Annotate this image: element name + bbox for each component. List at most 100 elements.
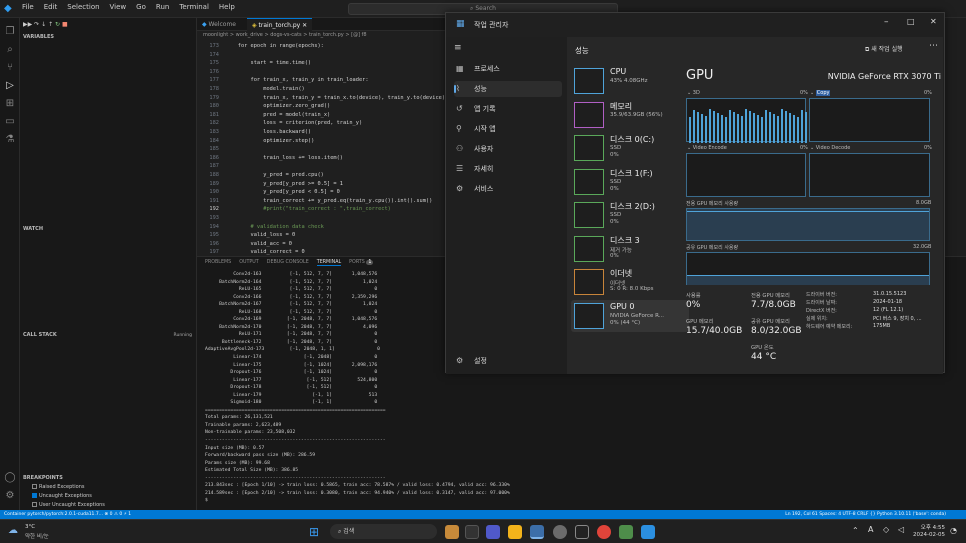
dedicated-line [687, 211, 929, 212]
weather-temp[interactable]: 3°C [25, 524, 35, 530]
watch-header[interactable]: WATCH [23, 226, 43, 232]
graph-copy-label[interactable]: ⌄ Copy [810, 90, 831, 96]
nav-users[interactable]: ⚇ 사용자 [454, 141, 562, 157]
device-list: CPU 43% 4.08GHz 메모리 35.9/63.9GB (56%) 디스크 0(… [567, 65, 692, 365]
nav-settings[interactable]: ⚙ 설정 [454, 353, 562, 369]
nav-details[interactable]: ☰ 자세히 [454, 161, 562, 177]
status-left[interactable]: Container pytorch/pytorch:2.0.1-cuda11.7… [4, 510, 131, 519]
menu-selection[interactable]: Selection [67, 3, 99, 11]
extensions-icon[interactable]: ⊞ [4, 98, 16, 110]
checkbox[interactable] [32, 502, 37, 507]
network-icon[interactable]: ◇ [883, 525, 889, 534]
terminal-icon[interactable] [575, 525, 589, 539]
tab-welcome[interactable]: ◆ Welcome [197, 18, 241, 31]
tray-overflow-icon[interactable]: ⌃ [852, 526, 859, 535]
weather-icon[interactable]: ☁ [8, 525, 18, 536]
maximize-icon[interactable]: □ [907, 17, 915, 26]
device-item[interactable]: GPU 0 NVIDIA GeForce R... 0% (44 °C) [571, 299, 689, 332]
tab-output[interactable]: OUTPUT [239, 260, 259, 266]
settings-icon[interactable] [553, 525, 567, 539]
menu-edit[interactable]: Edit [44, 3, 58, 11]
file-explorer-icon[interactable] [508, 525, 522, 539]
ime-indicator[interactable]: A [868, 525, 873, 534]
menu-run[interactable]: Run [156, 3, 169, 11]
notification-icon[interactable]: ◔ [950, 526, 957, 535]
graph-decode-label[interactable]: ⌄ Video Decode [810, 145, 850, 151]
gear-icon[interactable]: ⚙ [4, 490, 16, 502]
breakpoints-header[interactable]: BREAKPOINTS [23, 475, 63, 481]
explorer-icon[interactable]: ❐ [4, 26, 16, 38]
volume-icon[interactable]: ◁ [898, 525, 904, 534]
nav-performance[interactable]: ⌇ 성능 [454, 81, 562, 97]
graph-spike [729, 110, 731, 143]
restart-icon[interactable]: ↻ [55, 21, 60, 28]
photos-icon[interactable] [530, 525, 544, 539]
start-icon[interactable]: ⊞ [309, 525, 323, 539]
graph-encode-label[interactable]: ⌄ Video Encode [687, 145, 727, 151]
menu-go[interactable]: Go [136, 3, 146, 11]
info-value: 2024-01-18 [873, 299, 903, 305]
close-icon[interactable]: ✕ [930, 17, 937, 26]
device-item[interactable]: CPU 43% 4.08GHz [571, 65, 689, 97]
search-icon[interactable]: ⌕ [4, 44, 16, 56]
variables-header[interactable]: VARIABLES [23, 34, 54, 40]
device-item[interactable]: 디스크 0(C:) SSD 0% [571, 132, 689, 164]
weather-desc[interactable]: 약한 비/눈 [25, 532, 49, 540]
run-debug-icon[interactable]: ▷ [4, 80, 16, 92]
step-over-icon[interactable]: ↷ [34, 21, 39, 28]
task-manager-taskbar-icon[interactable] [619, 525, 633, 539]
status-right[interactable]: Ln 192, Col 61 Spaces: 4 UTF-8 CRLF {} P… [785, 510, 946, 519]
more-options-icon[interactable]: ⋯ [929, 41, 938, 51]
testing-icon[interactable]: ⚗ [4, 134, 16, 146]
vscode-taskbar-icon[interactable] [641, 525, 655, 539]
tab-ports[interactable]: PORTS 1 [349, 260, 374, 266]
clock-date[interactable]: 2024-02-05 [908, 532, 945, 538]
chrome-icon[interactable] [597, 525, 611, 539]
remote-explorer-icon[interactable]: ▭ [4, 116, 16, 128]
device-name: GPU 0 [610, 301, 635, 311]
menu-view[interactable]: View [110, 3, 127, 11]
nav-startup-apps[interactable]: ⚲ 시작 앱 [454, 121, 562, 137]
minimize-icon[interactable]: – [884, 17, 889, 27]
teams-icon[interactable] [486, 525, 500, 539]
graph-3d-label[interactable]: ⌄ 3D [687, 90, 700, 96]
tab-debug-console[interactable]: DEBUG CONSOLE [267, 260, 309, 266]
clock-time[interactable]: 오후 4:55 [913, 523, 945, 531]
tab-train-torch[interactable]: ◈ train_torch.py ✕ [247, 18, 313, 31]
util-value: 0% [686, 300, 701, 310]
checkbox[interactable] [32, 493, 37, 498]
new-task-button[interactable]: ⧉ 새 작업 실행 [865, 44, 903, 54]
account-icon[interactable]: ◯ [4, 472, 16, 484]
menu-help[interactable]: Help [219, 3, 235, 11]
device-item[interactable]: 디스크 3 제거 가능 0% [571, 233, 689, 265]
bp-user-uncaught[interactable]: User Uncaught Exceptions [32, 502, 105, 508]
code-editor[interactable]: 173 for epoch in range(epochs): 174 175 st… [197, 40, 447, 256]
nav-services[interactable]: ⚙ 서비스 [454, 181, 562, 197]
hamburger-icon[interactable]: ≡ [454, 43, 462, 53]
bp-uncaught[interactable]: Uncaught Exceptions [32, 493, 92, 499]
source-control-icon[interactable]: ⑂ [4, 62, 16, 74]
widgets-icon[interactable] [465, 525, 479, 539]
taskbar-search[interactable]: ⌕ 검색 [330, 524, 437, 539]
tab-problems[interactable]: PROBLEMS [205, 260, 231, 266]
continue-icon[interactable]: ▶▶ [23, 21, 32, 28]
step-out-icon[interactable]: ↑ [48, 21, 53, 28]
tab-terminal[interactable]: TERMINAL [316, 260, 342, 266]
step-into-icon[interactable]: ↓ [41, 21, 46, 28]
stop-icon[interactable]: ■ [62, 21, 68, 28]
breadcrumb[interactable]: moonlight > work_drive > dogs-vs-cats > … [197, 31, 447, 40]
device-item[interactable]: 디스크 2(D:) SSD 0% [571, 199, 689, 231]
nav-app-history[interactable]: ↺ 앱 기록 [454, 101, 562, 117]
device-item[interactable]: 이더넷 이더넷 S: 0 R: 8.0 Kbps [571, 266, 689, 298]
nav-processes[interactable]: ▦ 프로세스 [454, 61, 562, 77]
menu-terminal[interactable]: Terminal [179, 3, 209, 11]
task-view-icon[interactable] [445, 525, 459, 539]
menu-file[interactable]: File [22, 3, 34, 11]
bp-raised[interactable]: Raised Exceptions [32, 484, 84, 490]
call-stack-header[interactable]: CALL STACK [23, 332, 57, 338]
new-task-label: 새 작업 실행 [871, 46, 903, 53]
device-item[interactable]: 디스크 1(F:) SSD 0% [571, 166, 689, 198]
device-item[interactable]: 메모리 35.9/63.9GB (56%) [571, 99, 689, 131]
checkbox[interactable] [32, 484, 37, 489]
close-icon[interactable]: ✕ [302, 22, 307, 29]
